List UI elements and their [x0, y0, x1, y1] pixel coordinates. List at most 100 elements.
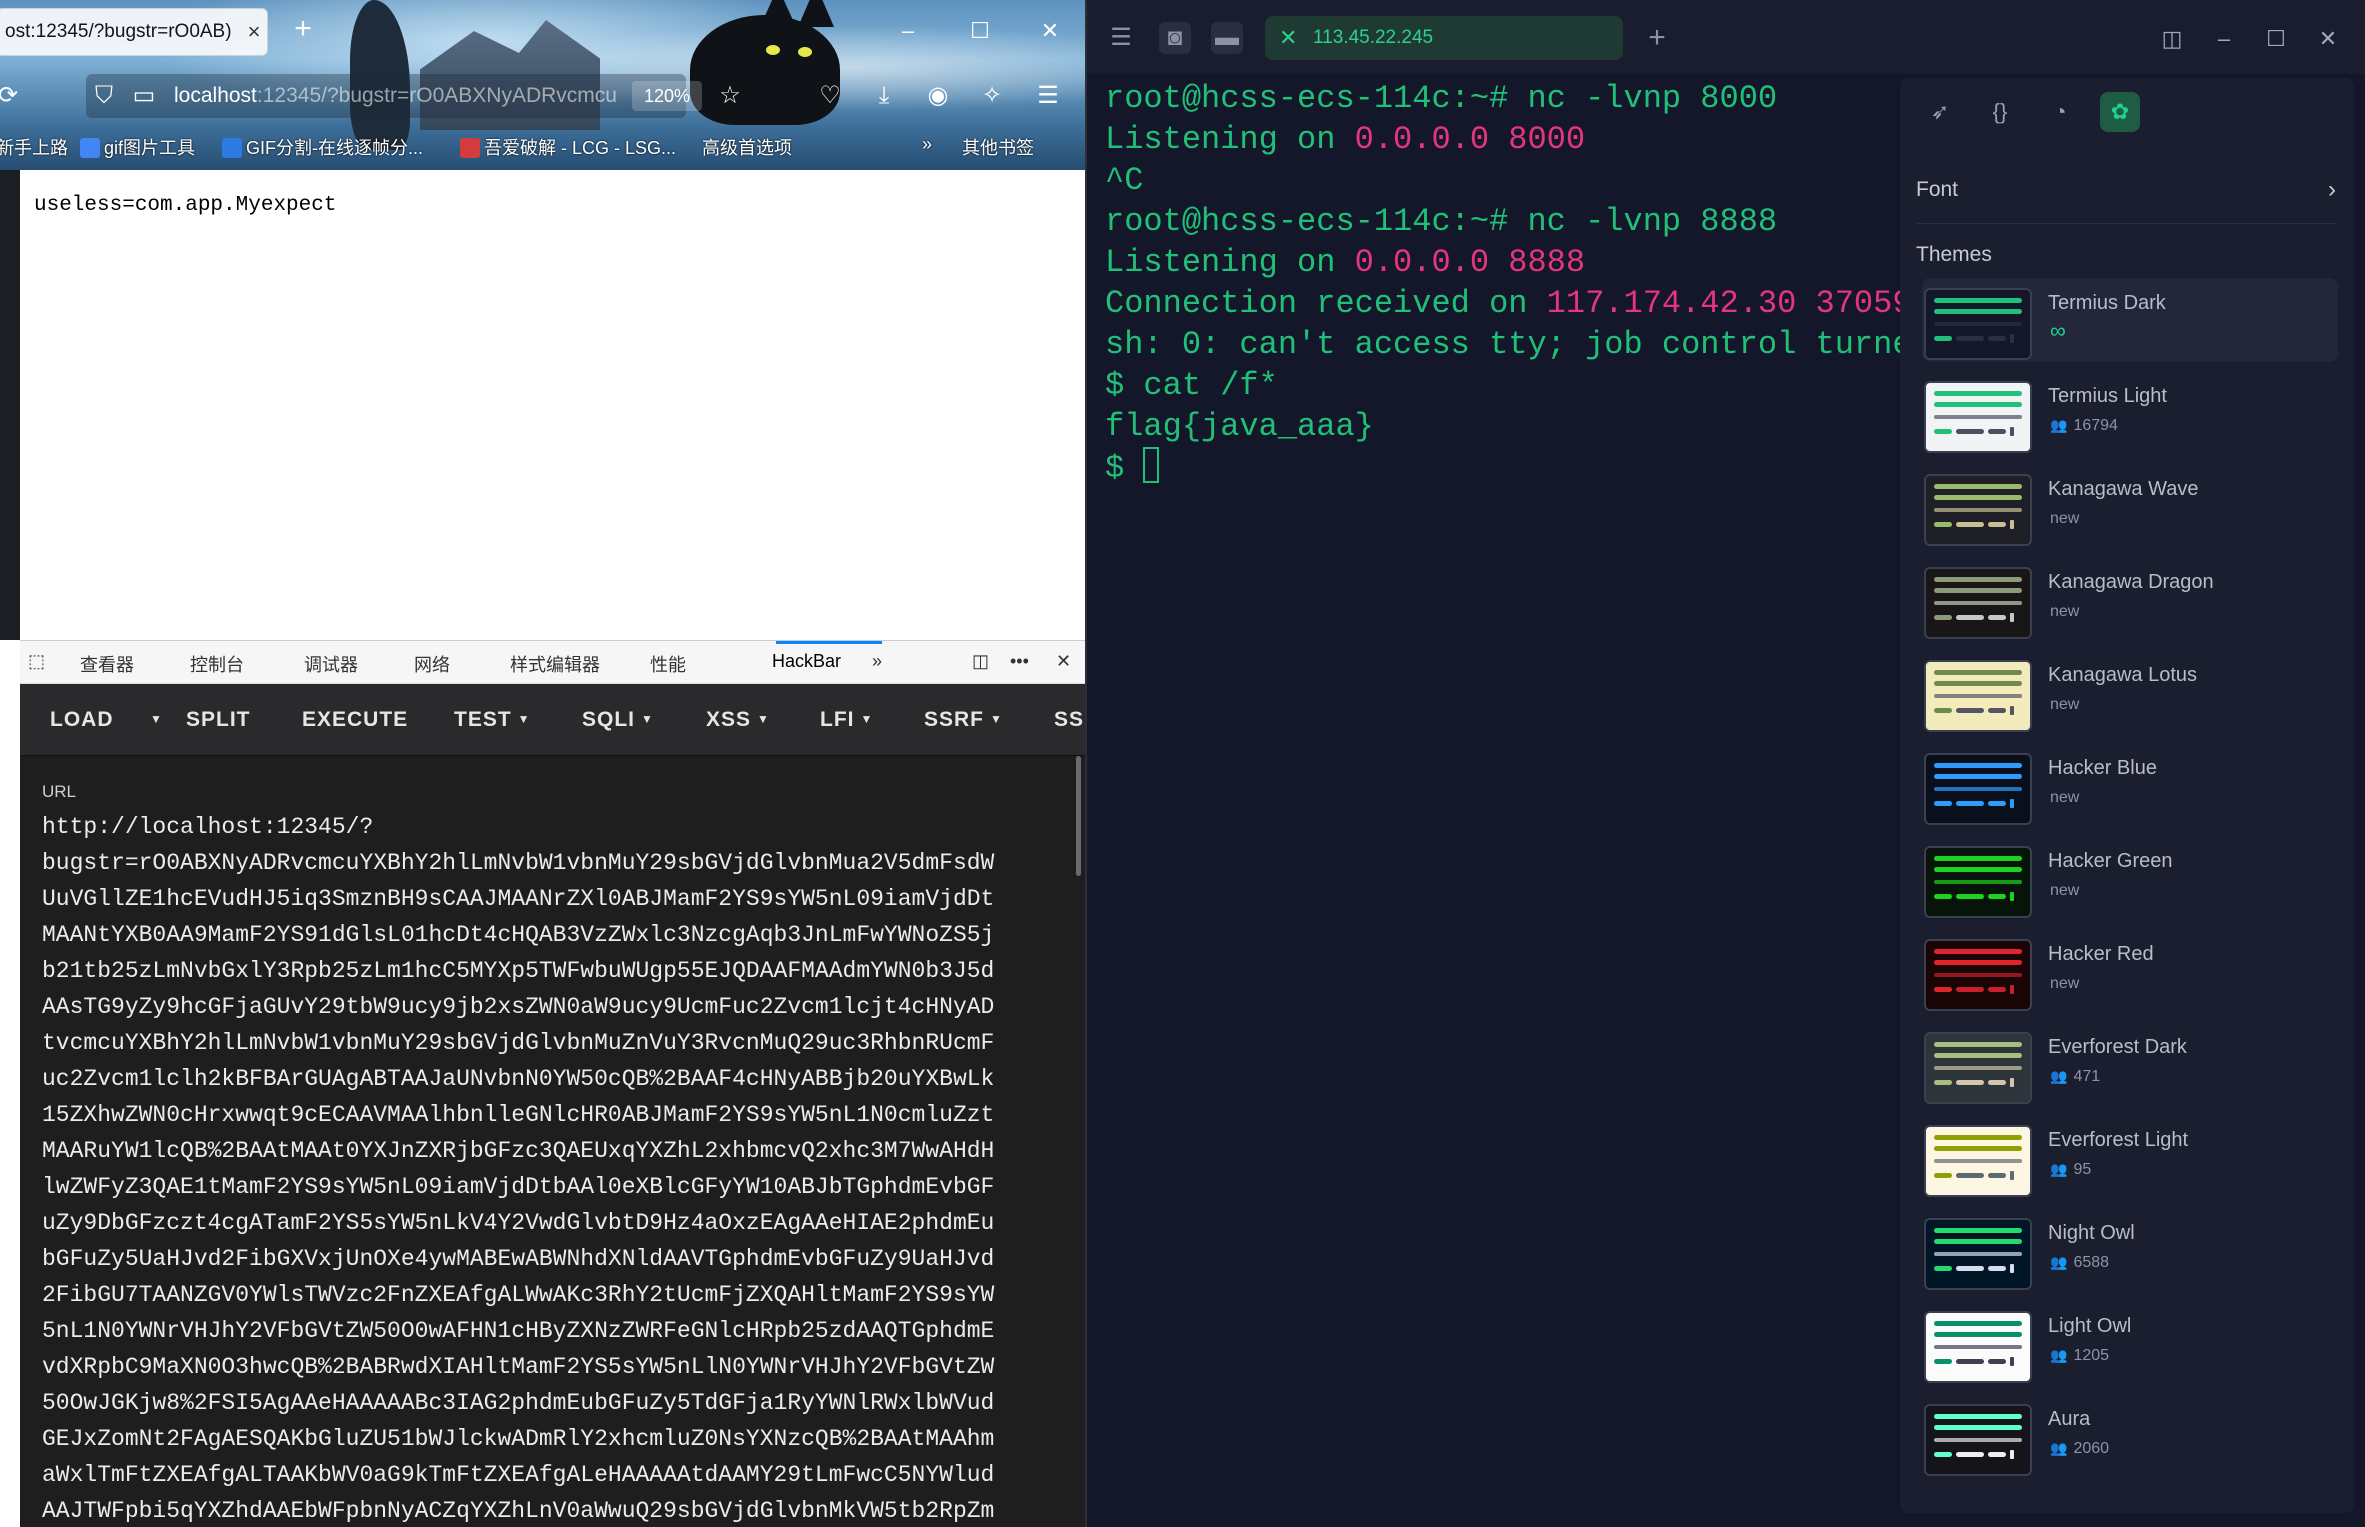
window-minimize-button[interactable]: –: [888, 14, 928, 50]
bookmark-item[interactable]: 高级首选项: [702, 134, 792, 160]
theme-item[interactable]: Aura 👥 2060: [1922, 1394, 2338, 1478]
code-tab-icon[interactable]: {}: [1980, 92, 2020, 132]
hackbar-load-button[interactable]: LOAD: [50, 708, 114, 732]
hackbar-scrollbar[interactable]: [1076, 756, 1081, 876]
theme-item[interactable]: Hacker Red new: [1922, 929, 2338, 1013]
bookmark-item[interactable]: 吾爱破解 - LCG - LSG...: [460, 134, 676, 160]
page-icon: ▭: [132, 82, 156, 109]
theme-item[interactable]: Hacker Green new: [1922, 836, 2338, 920]
devtools-tab-hackbar[interactable]: HackBar: [772, 651, 841, 672]
dock-side-icon[interactable]: ◫: [972, 651, 989, 672]
theme-item[interactable]: Night Owl 👥 6588: [1922, 1208, 2338, 1292]
hamburger-menu-icon[interactable]: ☰: [1105, 22, 1137, 54]
theme-preview-thumbnail: [1924, 1404, 2032, 1476]
browser-tab-active[interactable]: ost:12345/?bugstr=rO0AB) ×: [0, 8, 268, 56]
snippets-tab-icon[interactable]: ➶: [1920, 92, 1960, 132]
theme-item[interactable]: Hacker Blue new: [1922, 743, 2338, 827]
account-icon[interactable]: ◉: [920, 78, 956, 114]
devtools-tab-inspector[interactable]: 查看器: [80, 651, 134, 677]
hackbar-test-menu[interactable]: TEST ▼: [454, 708, 531, 732]
window-maximize-button[interactable]: ☐: [960, 14, 1000, 50]
divider: [1916, 223, 2336, 224]
vaults-icon[interactable]: ◙: [1159, 22, 1191, 54]
bookmark-folder-other[interactable]: 其他书签: [962, 134, 1034, 160]
split-view-icon[interactable]: ◫: [2155, 22, 2189, 56]
theme-name: Light Owl: [2048, 1315, 2132, 1337]
shield-icon[interactable]: ⛉: [86, 78, 122, 114]
window-minimize-button[interactable]: –: [2207, 22, 2241, 56]
hackbar-xss-menu[interactable]: XSS ▼: [706, 708, 770, 732]
font-setting-row[interactable]: Font ›: [1916, 176, 2336, 203]
devtools-tab-console[interactable]: 控制台: [190, 651, 244, 677]
tab-close-icon[interactable]: ×: [241, 19, 267, 45]
palette-tab-icon[interactable]: ✿: [2100, 92, 2140, 132]
session-close-icon[interactable]: ✕: [1279, 16, 1297, 60]
hackbar-panel: LOAD ▼ SPLIT EXECUTE TEST ▼ SQLI ▼ XSS ▼ LF…: [20, 684, 1085, 1527]
element-picker-icon[interactable]: ⬚: [28, 651, 45, 672]
history-tab-icon[interactable]: ◔: [2040, 92, 2080, 132]
devtools-more-tabs-icon[interactable]: »: [872, 651, 882, 672]
hackbar-url-line: UuVGllZE1hcEVudHJ5iq3SmznBH9sCAAJMAANrZX…: [42, 886, 995, 912]
users-icon: 👥: [2050, 1161, 2068, 1177]
window-close-button[interactable]: ✕: [2311, 22, 2345, 56]
hackbar-load-dropdown-icon[interactable]: ▼: [144, 708, 163, 732]
terminal-output[interactable]: root@hcss-ecs-114c:~# nc -lvnp 8000 Liste…: [1105, 78, 1985, 1518]
hackbar-url-line: 5nL1N0YWNrVHJhY2VFbGVtZW50O0wAFHN1cHByZX…: [42, 1318, 995, 1344]
theme-item[interactable]: Kanagawa Dragon new: [1922, 557, 2338, 641]
theme-preview-thumbnail: [1924, 381, 2032, 453]
terminal-line: root@hcss-ecs-114c:~# nc -lvnp 8888: [1105, 203, 1778, 240]
devtools-tab-network[interactable]: 网络: [414, 651, 450, 677]
extensions-icon[interactable]: ✧: [974, 78, 1010, 114]
devtools-menu-icon[interactable]: •••: [1010, 651, 1029, 672]
theme-name: Everforest Light: [2048, 1129, 2189, 1151]
theme-name: Hacker Red: [2048, 943, 2154, 965]
theme-item[interactable]: Termius Light 👥 16794: [1922, 371, 2338, 455]
bookmark-item[interactable]: GIF分割-在线逐帧分...: [222, 134, 423, 160]
hackbar-url-textarea[interactable]: http://localhost:12345/? bugstr=rO0ABXNyA…: [42, 809, 1072, 1527]
address-bar[interactable]: ⛉ ▭ localhost:12345/?bugstr=rO0ABXNyADRv…: [86, 74, 702, 118]
hackbar-lfi-menu[interactable]: LFI ▼: [820, 708, 873, 732]
new-tab-button[interactable]: +: [287, 14, 319, 46]
download-icon[interactable]: ⤓: [866, 78, 902, 114]
sftp-folder-icon[interactable]: ▬: [1211, 22, 1243, 54]
theme-item[interactable]: Everforest Light 👥 95: [1922, 1115, 2338, 1199]
devtools-tab-performance[interactable]: 性能: [650, 651, 686, 677]
theme-item[interactable]: Termius Dark ∞: [1922, 278, 2338, 362]
theme-name: Kanagawa Wave: [2048, 478, 2199, 500]
zoom-level[interactable]: 120%: [632, 81, 702, 111]
menu-icon[interactable]: ☰: [1030, 78, 1066, 114]
theme-item[interactable]: Kanagawa Lotus new: [1922, 650, 2338, 734]
hackbar-more-menu[interactable]: SS: [1054, 708, 1084, 732]
hackbar-url-line: 2FibGU7TAANZGV0YWlsTWVzc2FnZXEAfgALWwAKc…: [42, 1282, 995, 1308]
bookmarks-overflow-icon[interactable]: »: [922, 134, 932, 155]
bookmark-item[interactable]: 新手上路: [0, 134, 68, 160]
hackbar-split-button[interactable]: SPLIT: [186, 708, 251, 732]
hackbar-execute-button[interactable]: EXECUTE: [302, 708, 408, 732]
theme-item[interactable]: Everforest Dark 👥 471: [1922, 1022, 2338, 1106]
window-maximize-button[interactable]: ☐: [2259, 22, 2293, 56]
theme-meta: new: [2050, 696, 2080, 713]
hackbar-ssrf-menu[interactable]: SSRF ▼: [924, 708, 1003, 732]
hackbar-sqli-menu[interactable]: SQLI ▼: [582, 708, 654, 732]
url-text[interactable]: localhost:12345/?bugstr=rO0ABXNyADRvcmcu: [174, 84, 624, 108]
bookmark-item[interactable]: gif图片工具: [80, 134, 195, 160]
terminal-line: $ cat /f*: [1105, 367, 1278, 404]
new-session-button[interactable]: +: [1641, 22, 1673, 54]
theme-name: Termius Light: [2048, 385, 2167, 407]
terminal-line: root@hcss-ecs-114c:~# nc -lvnp 8000: [1105, 80, 1778, 117]
theme-item[interactable]: Light Owl 👥 1205: [1922, 1301, 2338, 1385]
hackbar-url-line: aWxlTmFtZXEAfgALTAAKbWV0aG9kTmFtZXEAfgAL…: [42, 1462, 995, 1488]
theme-item[interactable]: Kanagawa Wave new: [1922, 464, 2338, 548]
session-tab[interactable]: ✕ 113.45.22.245: [1265, 16, 1623, 60]
pocket-icon[interactable]: ♡: [812, 78, 848, 114]
devtools-close-icon[interactable]: ✕: [1056, 651, 1071, 672]
theme-preview-thumbnail: [1924, 1218, 2032, 1290]
window-close-button[interactable]: ✕: [1030, 14, 1070, 50]
bookmark-star-icon[interactable]: ☆: [712, 78, 748, 114]
reload-icon[interactable]: ⟳: [0, 78, 26, 114]
theme-name: Night Owl: [2048, 1222, 2135, 1244]
devtools-tab-debugger[interactable]: 调试器: [304, 651, 358, 677]
theme-meta: new: [2050, 975, 2080, 992]
devtools-tab-style-editor[interactable]: 样式编辑器: [510, 651, 600, 677]
terminal-line: $: [1105, 447, 1985, 489]
